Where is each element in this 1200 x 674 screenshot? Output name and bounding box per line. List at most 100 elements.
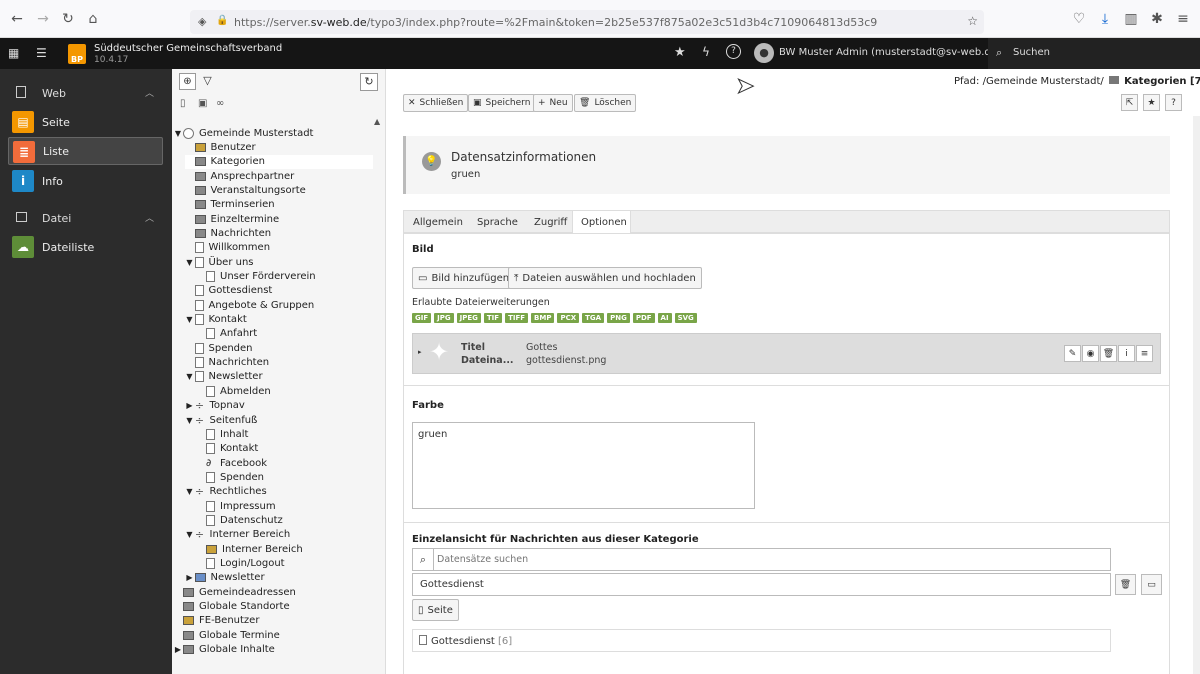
tree-node[interactable]: Gemeindeadressen xyxy=(173,585,296,599)
download-icon[interactable]: ⤓ xyxy=(1094,8,1116,30)
filter-icon[interactable]: ▽ xyxy=(199,73,216,90)
folder-open-icon[interactable]: ▭ xyxy=(1141,574,1162,595)
new-button[interactable]: + Neu xyxy=(533,94,573,112)
tree-node[interactable]: Globale Standorte xyxy=(173,600,290,614)
record-search[interactable]: ⌕ xyxy=(412,548,1111,571)
tree-node[interactable]: Unser Förderverein xyxy=(196,270,316,284)
tab-zugriff[interactable]: Zugriff xyxy=(526,211,573,233)
expand-toggle-icon[interactable]: ▶ xyxy=(185,401,195,410)
tree-node[interactable]: Anfahrt xyxy=(196,327,257,341)
tree-node[interactable]: Kategorien xyxy=(184,154,373,169)
module-item-dateiliste[interactable]: ☁ Dateiliste xyxy=(8,233,163,261)
tree-node[interactable]: Benutzer xyxy=(185,140,256,154)
tree-node[interactable]: Einzeltermine xyxy=(185,212,279,226)
selected-records[interactable]: Gottesdienst xyxy=(412,573,1111,596)
expand-toggle-icon[interactable]: ▼ xyxy=(185,416,195,425)
farbe-textarea[interactable]: gruen xyxy=(412,422,755,509)
expand-toggle-icon[interactable]: ▼ xyxy=(185,315,195,324)
tree-node[interactable]: ▶ ÷ Topnav xyxy=(185,399,244,413)
tree-node[interactable]: Veranstaltungsorte xyxy=(185,183,306,197)
save-button[interactable]: ▣ Speichern xyxy=(468,94,536,112)
expand-toggle-icon[interactable]: ▼ xyxy=(185,372,195,381)
extensions-icon[interactable]: ✱ xyxy=(1146,8,1168,30)
help-icon[interactable]: ? xyxy=(1165,94,1182,111)
expand-toggle-icon[interactable]: ▶ xyxy=(185,573,195,582)
user-name[interactable]: BW Muster Admin (musterstadt@sv-web.de) xyxy=(779,47,1001,58)
new-page-icon[interactable]: ⊕ xyxy=(179,73,196,90)
tree-node[interactable]: ∂ Facebook xyxy=(196,456,267,470)
module-item-info[interactable]: i Info xyxy=(8,167,163,195)
info-icon[interactable]: i xyxy=(1118,345,1135,362)
tree-node[interactable]: Angebote & Gruppen xyxy=(185,298,314,312)
drag-handle-icon[interactable]: ≡ xyxy=(1136,345,1153,362)
tree-node[interactable]: Inhalt xyxy=(196,427,248,441)
tab-sprache[interactable]: Sprache xyxy=(469,211,525,233)
tree-node[interactable]: ▼ Newsletter xyxy=(185,370,263,384)
tree-node[interactable]: Impressum xyxy=(196,499,276,513)
copy-icon[interactable]: ▣ xyxy=(198,98,207,109)
tree-node[interactable]: Nachrichten xyxy=(185,226,271,240)
apps-grid-icon[interactable]: ▦ xyxy=(8,46,19,60)
menu-icon[interactable]: ≡ xyxy=(1172,8,1194,30)
tree-node[interactable]: ▼ ÷ Interner Bereich xyxy=(185,528,290,542)
record-search-input[interactable] xyxy=(437,551,1097,568)
library-icon[interactable]: ▥ xyxy=(1120,8,1142,30)
tree-node[interactable]: ▶ Globale Inhalte xyxy=(173,643,275,657)
back-icon[interactable]: ← xyxy=(6,8,28,30)
tree-node[interactable]: ▶ Newsletter xyxy=(185,571,264,585)
tree-node[interactable]: Interner Bereich xyxy=(196,542,303,556)
forward-icon[interactable]: → xyxy=(32,8,54,30)
seite-button[interactable]: ▯ Seite xyxy=(412,599,459,621)
chevron-up-icon[interactable]: ︿ xyxy=(145,211,154,224)
doc-icon[interactable]: ▯ xyxy=(180,98,186,109)
file-reference[interactable]: ▸ ✦ Titel Gottes Dateina... gottesdienst… xyxy=(412,333,1161,374)
trash-icon[interactable]: 🗑 xyxy=(1100,345,1117,362)
chevron-up-icon[interactable]: ︿ xyxy=(145,86,154,99)
bookmarks-icon[interactable]: ★ xyxy=(674,45,686,60)
module-group-web[interactable]: Web ︿ xyxy=(0,79,172,107)
link-icon[interactable]: ∞ xyxy=(216,98,224,109)
tree-node[interactable]: FE-Benutzer xyxy=(173,614,259,628)
expand-toggle-icon[interactable]: ▶ xyxy=(173,645,183,654)
tree-node[interactable]: Gottesdienst xyxy=(185,284,272,298)
reload-icon[interactable]: ↻ xyxy=(57,8,79,30)
tree-node[interactable]: Spenden xyxy=(185,341,253,355)
tree-node[interactable]: ▼ ÷ Seitenfuß xyxy=(185,413,257,427)
tree-node[interactable]: Spenden xyxy=(196,470,264,484)
open-new-window-icon[interactable]: ⇱ xyxy=(1121,94,1138,111)
pocket-icon[interactable]: ♡ xyxy=(1068,8,1090,30)
expand-toggle-icon[interactable]: ▼ xyxy=(173,129,183,138)
module-item-liste[interactable]: ≣ Liste xyxy=(8,137,163,165)
module-group-datei[interactable]: Datei ︿ xyxy=(0,204,172,232)
expand-toggle-icon[interactable]: ▼ xyxy=(185,530,195,539)
tree-node[interactable]: Willkommen xyxy=(185,241,270,255)
expand-icon[interactable]: ▸ xyxy=(418,348,422,356)
tree-node[interactable]: Nachrichten xyxy=(185,356,269,370)
tab-optionen[interactable]: Optionen xyxy=(572,210,631,234)
module-list-icon[interactable]: ☰ xyxy=(36,46,47,60)
tree-node[interactable]: ▼ Über uns xyxy=(185,255,254,269)
tree-node[interactable]: ▼ Gemeinde Musterstadt xyxy=(173,126,313,140)
delete-button[interactable]: 🗑 Löschen xyxy=(574,94,637,112)
scroll-up-icon[interactable]: ▲ xyxy=(374,117,380,126)
bookmark-star-icon[interactable]: ☆ xyxy=(967,14,978,28)
bookmark-icon[interactable]: ★ xyxy=(1143,94,1160,111)
module-item-seite[interactable]: ▤ Seite xyxy=(8,108,163,136)
upload-button[interactable]: ⤒ Dateien auswählen und hochladen xyxy=(508,267,702,289)
url-bar[interactable]: ◈ 🔒 https://server. sv-web.de/typo3/index… xyxy=(190,10,984,34)
scrollbar[interactable] xyxy=(1193,116,1200,674)
tree-node[interactable]: Terminserien xyxy=(185,198,275,212)
tree-node[interactable]: Globale Termine xyxy=(173,628,280,642)
tree-node[interactable]: Datenschutz xyxy=(196,513,283,527)
tree-node[interactable]: ▼ Kontakt xyxy=(185,313,247,327)
tree-node[interactable]: Login/Logout xyxy=(196,557,285,571)
add-image-button[interactable]: ▭ Bild hinzufügen xyxy=(412,267,516,289)
tree-node[interactable]: Abmelden xyxy=(196,384,271,398)
expand-toggle-icon[interactable]: ▼ xyxy=(185,487,195,496)
trash-icon[interactable]: 🗑 xyxy=(1115,574,1136,595)
toggle-icon[interactable]: ◉ xyxy=(1082,345,1099,362)
tree-node[interactable]: Kontakt xyxy=(196,442,258,456)
help-icon[interactable]: ? xyxy=(726,44,741,59)
record-item[interactable]: Gottesdienst [6] xyxy=(412,629,1111,652)
refresh-icon[interactable]: ↻ xyxy=(360,73,378,91)
